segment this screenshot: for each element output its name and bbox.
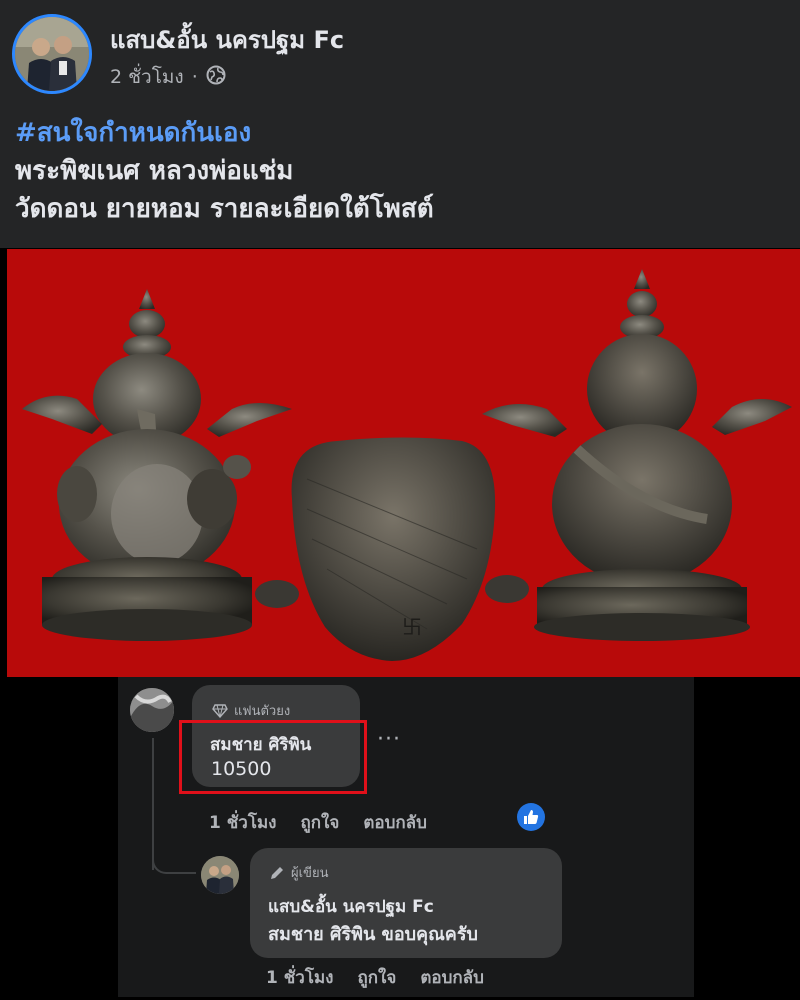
reply-author[interactable]: แสบ&อั้น นครปฐม Fc	[268, 893, 434, 920]
front-figure	[22, 289, 292, 641]
post-photo[interactable]: 卐	[7, 249, 800, 677]
diamond-icon	[212, 703, 228, 718]
reply-reply-button[interactable]: ตอบกลับ	[420, 964, 484, 991]
separator: ·	[191, 66, 198, 88]
base-underside: 卐	[255, 437, 529, 661]
like-button[interactable]: ถูกใจ	[300, 809, 339, 836]
author-badge: ผู้เขียน	[269, 862, 328, 883]
reply-button[interactable]: ตอบกลับ	[363, 809, 427, 836]
hashtag-link[interactable]: #สนใจกำหนดกันเอง	[15, 114, 785, 152]
swastika-stamp: 卐	[402, 615, 422, 639]
post-text-line-2: วัดดอน ยายหอม รายละเอียดใต้โพสต์	[15, 194, 434, 224]
thread-connector-curve	[152, 848, 196, 874]
reply-text: สมชาย ศิริพิน ขอบคุณครับ	[268, 919, 478, 948]
post-meta: 2 ชั่วโมง ·	[110, 62, 226, 92]
post-time[interactable]: 2 ชั่วโมง	[110, 62, 184, 92]
reply-actions: 1 ชั่วโมง ถูกใจ ตอบกลับ	[266, 964, 484, 991]
reply-text-content: สมชาย ศิริพิน ขอบคุณครับ	[268, 924, 478, 945]
post-text-line-1: พระพิฆเนศ หลวงพ่อแช่ม	[15, 156, 294, 186]
page-name[interactable]: แสบ&อั้น นครปฐม Fc	[110, 20, 344, 59]
comment-time[interactable]: 1 ชั่วโมง	[209, 809, 276, 836]
thumbs-up-icon	[524, 810, 539, 824]
fan-badge: แฟนตัวยง	[212, 700, 290, 721]
pencil-icon	[271, 866, 283, 879]
commenter-avatar[interactable]	[130, 688, 174, 732]
author-badge-label: ผู้เขียน	[291, 866, 329, 881]
post-header: แสบ&อั้น นครปฐม Fc 2 ชั่วโมง · #สนใจกำหน…	[0, 0, 800, 248]
reply-time[interactable]: 1 ชั่วโมง	[266, 964, 333, 991]
reply-author-avatar[interactable]	[201, 856, 239, 894]
like-reaction-badge[interactable]	[517, 803, 545, 831]
fan-badge-label: แฟนตัวยง	[234, 704, 291, 719]
reply-like-button[interactable]: ถูกใจ	[357, 964, 396, 991]
globe-icon[interactable]	[206, 65, 226, 90]
ganesha-amulet-image: 卐	[22, 269, 792, 661]
comment-actions: 1 ชั่วโมง ถูกใจ ตอบกลับ	[209, 809, 427, 836]
more-options-button[interactable]: ···	[377, 727, 401, 752]
post-body: #สนใจกำหนดกันเอง พระพิฆเนศ หลวงพ่อแช่ม ว…	[15, 114, 785, 228]
highlight-box	[179, 720, 367, 794]
page-avatar[interactable]	[12, 14, 92, 94]
back-figure	[482, 269, 792, 641]
